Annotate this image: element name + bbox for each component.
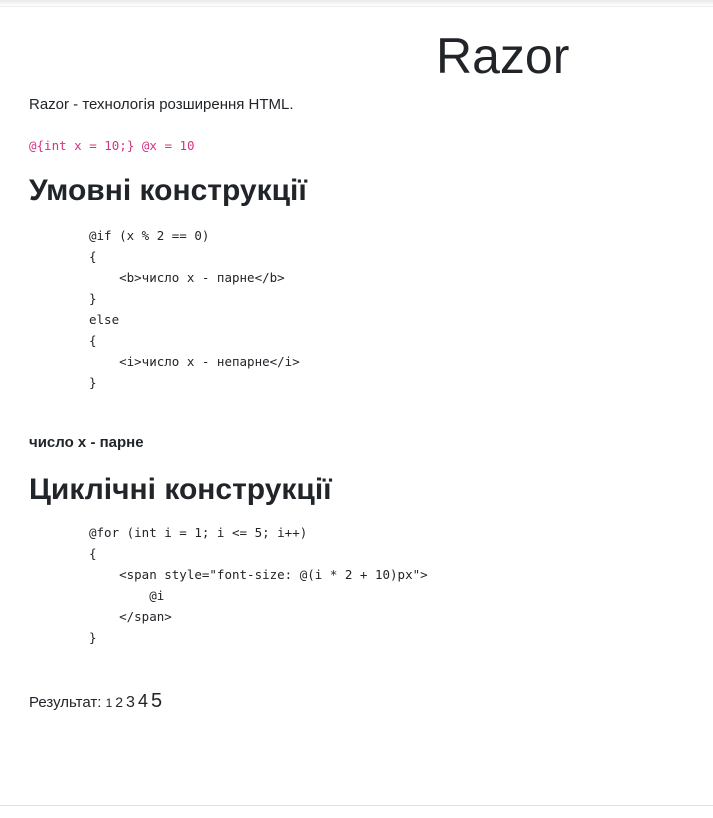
loop-result-number: 5: [150, 690, 163, 712]
code-line: <b>число x - парне</b>: [89, 270, 285, 285]
code-line: }: [89, 375, 97, 390]
conditional-code-block: @if (x % 2 == 0) { <b>число x - парне</b>…: [89, 225, 300, 393]
code-line: @if (x % 2 == 0): [89, 228, 210, 243]
loop-code-block: @for (int i = 1; i <= 5; i++) { <span sty…: [89, 522, 428, 648]
loop-result-number: 3: [126, 694, 135, 711]
browser-top-edge: [0, 0, 713, 7]
footer-divider: [0, 805, 713, 806]
code-line: @for (int i = 1; i <= 5; i++): [89, 525, 308, 540]
intro-text: Razor - технологія розширення HTML.: [29, 96, 294, 113]
conditional-result: число x - парне: [29, 434, 144, 451]
inline-code-sample: @{int x = 10;} @x = 10: [29, 138, 195, 153]
page-title: Razor: [436, 28, 570, 84]
loop-result: Результат: 12345: [29, 688, 165, 716]
code-line: </span>: [89, 609, 172, 624]
loop-result-number: 4: [137, 691, 148, 711]
loop-result-number: 1: [105, 696, 113, 710]
code-line: {: [89, 249, 97, 264]
loop-heading: Циклічні конструкції: [29, 473, 332, 506]
code-line: <i>число x - непарне</i>: [89, 354, 300, 369]
loop-result-number: 2: [115, 694, 124, 710]
code-line: {: [89, 546, 97, 561]
conditional-heading: Умовні конструкції: [29, 174, 307, 207]
code-line: @i: [89, 588, 165, 603]
code-line: <span style="font-size: @(i * 2 + 10)px"…: [89, 567, 428, 582]
code-line: {: [89, 333, 97, 348]
loop-result-label: Результат:: [29, 694, 102, 711]
code-line: }: [89, 291, 97, 306]
code-line: else: [89, 312, 120, 327]
code-line: }: [89, 630, 97, 645]
